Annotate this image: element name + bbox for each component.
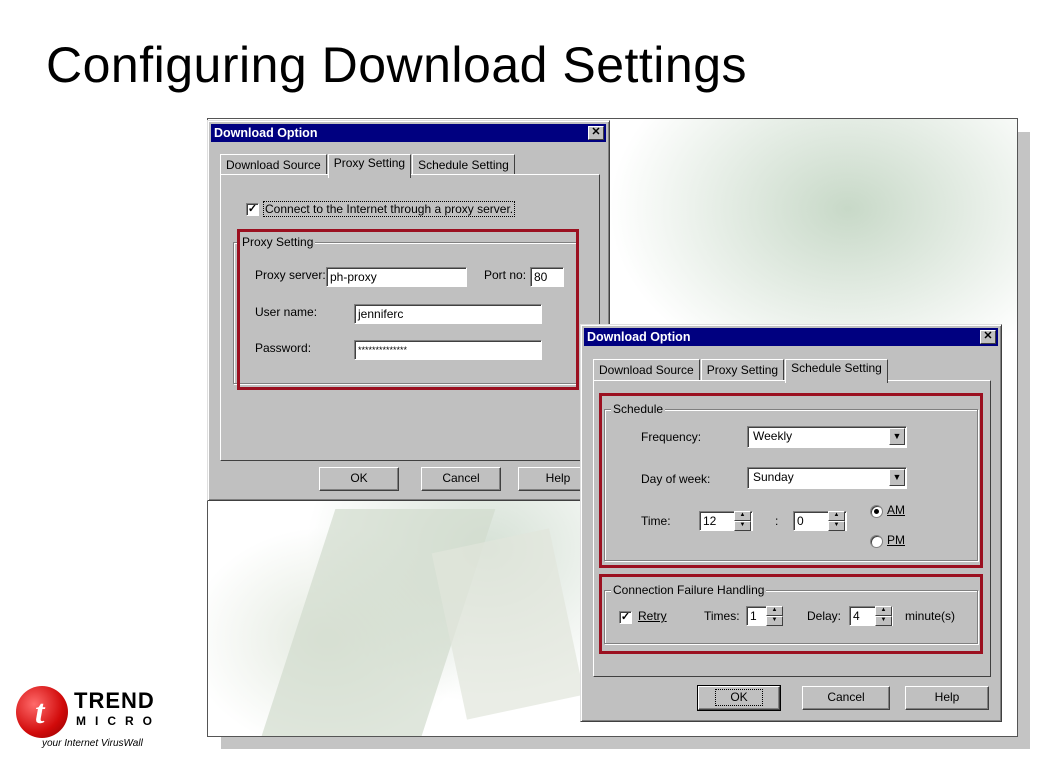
slide-title: Configuring Download Settings <box>46 37 748 93</box>
schedule-tab-panel: Schedule Frequency: Weekly ▼ Day of week… <box>593 380 991 677</box>
proxy-dialog: Download Option ✕ Download Source Proxy … <box>207 120 610 501</box>
logo-brand-line1: TREND <box>74 688 155 713</box>
proxy-cancel-button[interactable]: Cancel <box>421 467 501 491</box>
schedule-ok-label: OK <box>715 689 763 706</box>
schedule-dialog-title: Download Option <box>587 330 691 344</box>
logo-tagline: your Internet VirusWall <box>42 738 143 749</box>
schedule-dialog: Download Option ✕ Download Source Proxy … <box>580 324 1002 722</box>
connection-failure-highlight-frame <box>599 574 983 654</box>
proxy-connect-checkbox[interactable]: ✓ <box>246 203 259 216</box>
proxy-dialog-titlebar[interactable]: Download Option ✕ <box>211 124 606 142</box>
schedule-highlight-frame <box>599 393 983 568</box>
schedule-dialog-tabs: Download Source Proxy Setting Schedule S… <box>593 357 889 383</box>
schedule-help-button[interactable]: Help <box>905 686 989 710</box>
tab-proxy-setting[interactable]: Proxy Setting <box>700 359 785 381</box>
tab-download-source[interactable]: Download Source <box>593 359 700 381</box>
close-icon[interactable]: ✕ <box>588 126 604 140</box>
proxy-ok-button[interactable]: OK <box>319 467 399 491</box>
trend-micro-logo: t TREND MICRO your Internet VirusWall <box>12 684 182 756</box>
close-icon[interactable]: ✕ <box>980 330 996 344</box>
proxy-tab-panel: ✓ Connect to the Internet through a prox… <box>220 174 600 461</box>
schedule-cancel-button[interactable]: Cancel <box>802 686 890 710</box>
schedule-ok-button[interactable]: OK <box>697 685 781 711</box>
proxy-dialog-title: Download Option <box>214 126 318 140</box>
tab-download-source[interactable]: Download Source <box>220 154 327 176</box>
tab-schedule-setting[interactable]: Schedule Setting <box>412 154 515 176</box>
tab-schedule-setting[interactable]: Schedule Setting <box>785 359 888 383</box>
tab-proxy-setting[interactable]: Proxy Setting <box>327 154 412 178</box>
logo-ball-icon: t <box>16 686 68 738</box>
proxy-highlight-frame <box>237 229 579 390</box>
proxy-dialog-tabs: Download Source Proxy Setting Schedule S… <box>220 152 516 178</box>
logo-brand-line2: MICRO <box>76 714 161 728</box>
logo-t-icon: t <box>35 694 45 731</box>
schedule-dialog-titlebar[interactable]: Download Option ✕ <box>584 328 998 346</box>
proxy-connect-label[interactable]: Connect to the Internet through a proxy … <box>263 201 516 217</box>
